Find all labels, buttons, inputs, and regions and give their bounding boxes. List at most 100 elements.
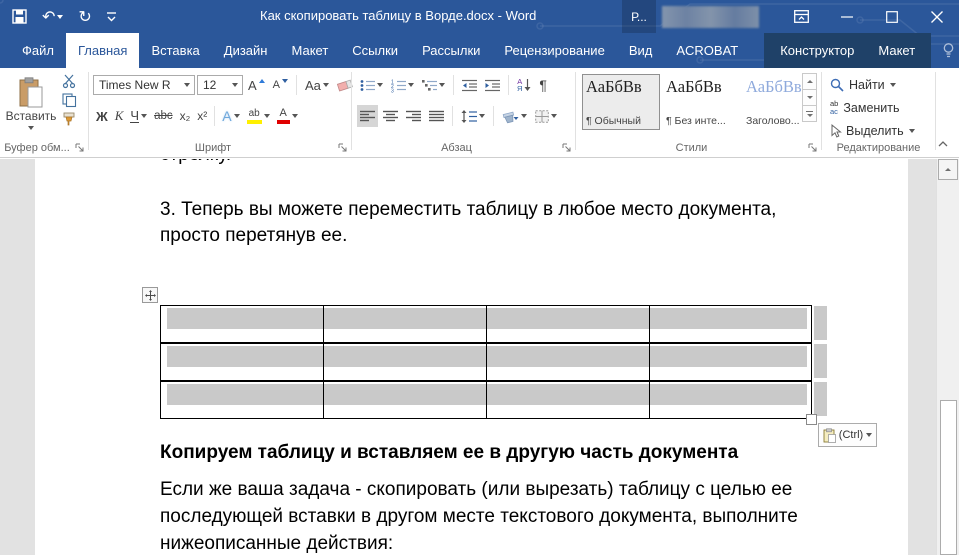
decrease-indent-button[interactable] xyxy=(459,74,480,96)
tab-insert[interactable]: Вставка xyxy=(139,33,211,68)
find-button[interactable]: Найти xyxy=(830,75,896,95)
font-dialog-launcher[interactable] xyxy=(338,143,348,153)
increase-indent-button[interactable] xyxy=(482,74,503,96)
font-size-caret[interactable] xyxy=(227,76,242,94)
redo-button[interactable]: ↻ xyxy=(78,9,91,25)
sort-button[interactable]: А Я xyxy=(514,74,534,96)
shading-button[interactable] xyxy=(499,105,530,127)
font-name-caret[interactable] xyxy=(179,76,194,94)
tab-file[interactable]: Файл xyxy=(10,33,66,68)
paragraph-dialog-launcher[interactable] xyxy=(562,143,572,153)
clipboard-dialog-launcher[interactable] xyxy=(75,143,85,153)
styles-dialog-launcher[interactable] xyxy=(808,143,818,153)
table-row[interactable] xyxy=(161,306,811,344)
text-effects-button[interactable]: А xyxy=(219,105,242,127)
shrink-font-button[interactable]: А xyxy=(270,74,291,96)
change-case-button[interactable]: Aa xyxy=(302,74,332,96)
tab-home[interactable]: Главная xyxy=(66,33,139,68)
tab-table-layout[interactable]: Макет xyxy=(866,33,927,68)
strikethrough-button[interactable]: abc xyxy=(151,105,176,127)
scrollbar-thumb[interactable] xyxy=(940,400,957,555)
shading-caret[interactable] xyxy=(521,114,527,118)
document-heading[interactable]: Копируем таблицу и вставляем ее в другую… xyxy=(160,440,860,466)
tab-layout[interactable]: Макет xyxy=(279,33,340,68)
bold-button[interactable]: Ж xyxy=(93,105,111,127)
tab-design[interactable]: Дизайн xyxy=(212,33,280,68)
end-of-row-selection xyxy=(814,382,827,416)
styles-scroll-down-button[interactable] xyxy=(802,89,817,106)
align-center-button[interactable] xyxy=(380,105,401,127)
table-row[interactable] xyxy=(161,344,811,382)
line-spacing-button[interactable] xyxy=(458,105,488,127)
numbering-caret[interactable] xyxy=(408,83,414,87)
copy-icon[interactable] xyxy=(62,93,77,107)
scroll-up-button[interactable] xyxy=(938,159,958,180)
underline-button[interactable]: Ч xyxy=(127,105,150,127)
borders-button[interactable] xyxy=(532,105,560,127)
table-row[interactable] xyxy=(161,382,811,419)
paste-dropdown-caret[interactable] xyxy=(28,126,34,130)
numbering-button[interactable]: 123 xyxy=(388,74,417,96)
find-caret[interactable] xyxy=(890,83,896,87)
grow-font-button[interactable]: А xyxy=(245,74,268,96)
justify-button[interactable] xyxy=(426,105,447,127)
styles-more-button[interactable] xyxy=(802,105,817,122)
tab-view[interactable]: Вид xyxy=(617,33,665,68)
italic-button[interactable]: К xyxy=(112,105,127,127)
format-painter-icon[interactable] xyxy=(62,112,77,126)
table-resize-handle[interactable] xyxy=(806,414,817,425)
minimize-button[interactable] xyxy=(824,0,869,33)
vertical-scrollbar[interactable] xyxy=(936,159,959,555)
bullets-button[interactable] xyxy=(357,74,386,96)
multilevel-list-button[interactable] xyxy=(419,74,448,96)
undo-dropdown-caret[interactable] xyxy=(57,15,63,19)
show-marks-button[interactable]: ¶ xyxy=(536,74,550,96)
maximize-button[interactable] xyxy=(869,0,914,33)
subscript-button[interactable]: x₂ xyxy=(177,105,194,127)
select-button[interactable]: Выделить xyxy=(830,121,915,141)
styles-scroll-up-button[interactable] xyxy=(802,73,817,90)
align-right-button[interactable] xyxy=(403,105,424,127)
font-size-combo[interactable]: 12 xyxy=(197,75,243,95)
select-caret[interactable] xyxy=(909,129,915,133)
tab-review[interactable]: Рецензирование xyxy=(492,33,616,68)
bullets-caret[interactable] xyxy=(377,83,383,87)
document-table[interactable] xyxy=(160,305,812,419)
font-color-caret[interactable] xyxy=(292,114,298,118)
highlight-button[interactable]: ab xyxy=(244,105,273,127)
sort-icon: А Я xyxy=(517,78,522,93)
ribbon-display-options-button[interactable] xyxy=(779,0,824,33)
style-normal[interactable]: АаБбВв ¶ Обычный xyxy=(582,74,660,130)
highlight-caret[interactable] xyxy=(264,114,270,118)
close-button[interactable] xyxy=(914,0,959,33)
paragraph-copy-instructions[interactable]: Если же ваша задача - скопировать (или в… xyxy=(160,476,808,555)
paragraph-step3[interactable]: 3. Теперь вы можете переместить таблицу … xyxy=(160,197,832,249)
undo-button[interactable]: ↶ xyxy=(42,9,63,25)
user-account-button[interactable]: Р... xyxy=(622,0,656,33)
superscript-button[interactable]: x² xyxy=(194,105,210,127)
tab-references[interactable]: Ссылки xyxy=(340,33,410,68)
customize-qat-button[interactable] xyxy=(107,12,116,22)
font-name-combo[interactable]: Times New R xyxy=(93,75,195,95)
document-page[interactable]: стрелку. 3. Теперь вы можете переместить… xyxy=(35,159,908,555)
save-button[interactable] xyxy=(12,9,27,24)
table-move-handle[interactable] xyxy=(142,287,158,303)
paste-button[interactable]: Вставить xyxy=(4,72,58,152)
titlebar-right: Р... xyxy=(622,0,959,33)
style-no-spacing[interactable]: АаБбВв ¶ Без инте... xyxy=(662,74,740,130)
column-border xyxy=(323,306,324,342)
underline-caret[interactable] xyxy=(141,114,147,118)
tab-mailings[interactable]: Рассылки xyxy=(410,33,492,68)
cut-scissors-icon[interactable] xyxy=(62,74,77,88)
align-left-button[interactable] xyxy=(357,105,378,127)
borders-caret[interactable] xyxy=(551,114,557,118)
tell-me-button[interactable]: Помощн xyxy=(931,33,959,68)
replace-button[interactable]: ab ac Заменить xyxy=(830,98,900,118)
tab-table-design[interactable]: Конструктор xyxy=(768,33,866,68)
tab-acrobat[interactable]: ACROBAT xyxy=(664,33,750,68)
line-spacing-caret[interactable] xyxy=(479,114,485,118)
clipped-paragraph[interactable]: стрелку. xyxy=(160,159,460,167)
multilevel-list-caret[interactable] xyxy=(439,83,445,87)
collapse-ribbon-button[interactable] xyxy=(935,137,951,151)
font-color-button[interactable]: А xyxy=(274,105,301,127)
